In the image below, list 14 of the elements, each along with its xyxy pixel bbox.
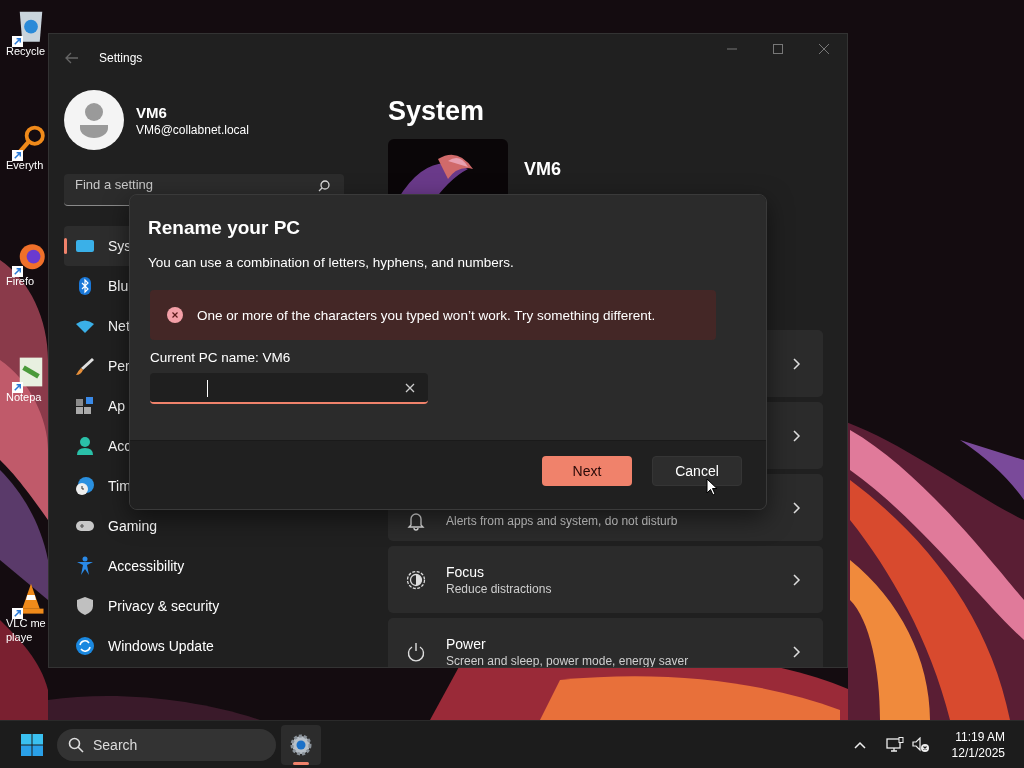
card-description: Reduce distractions — [446, 580, 553, 597]
card-description: Screen and sleep, power mode, energy saver — [446, 652, 690, 667]
field-label: Current PC name: VM6 — [150, 350, 291, 365]
error-message: One or more of the characters you typed won’t work. Try something different. — [197, 307, 656, 323]
user-name: VM6 — [136, 103, 168, 121]
dialog-title: Rename your PC — [148, 217, 301, 239]
dialog-description: You can use a combination of letters, hyphens, and numbers. — [148, 255, 514, 270]
window-title: Settings — [99, 51, 143, 65]
page-title: System — [388, 95, 486, 128]
card-title: Focus — [446, 562, 486, 581]
card-title: Power — [446, 634, 487, 653]
card-description: Alerts from apps and system, do not disturb — [446, 512, 679, 529]
device-name: VM6 — [524, 158, 561, 180]
user-email: VM6@collabnet.local — [136, 122, 249, 137]
